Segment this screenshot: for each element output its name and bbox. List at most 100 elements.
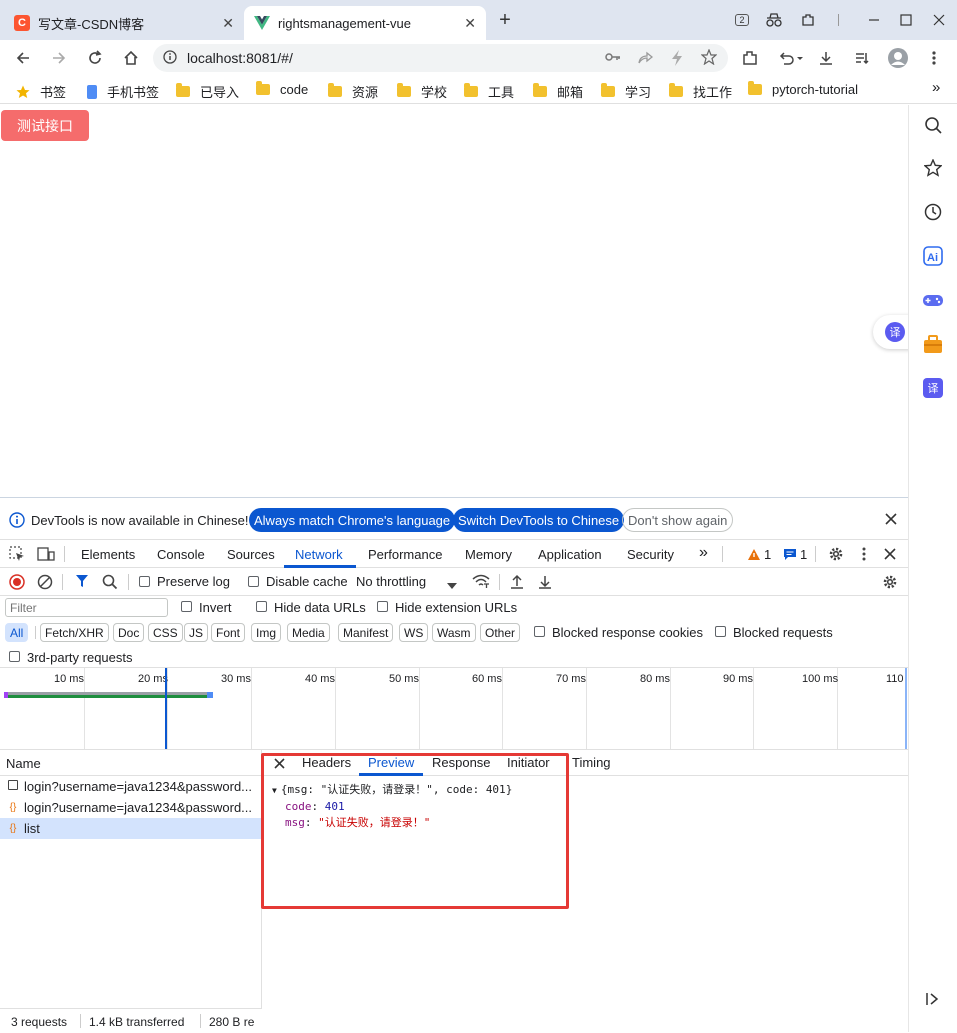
forward-icon[interactable]	[47, 46, 71, 70]
tab-performance[interactable]: Performance	[368, 547, 442, 562]
tab-console[interactable]: Console	[157, 547, 205, 562]
filter-funnel-icon[interactable]	[75, 574, 89, 591]
history-clock-icon[interactable]	[921, 200, 945, 224]
name-column-header[interactable]: Name	[0, 750, 261, 776]
bolt-icon[interactable]	[671, 50, 683, 69]
tab-rightsmanagement[interactable]: rightsmanagement-vue ✕	[244, 6, 486, 40]
warnings-counter[interactable]: 1	[747, 547, 771, 562]
tab-elements[interactable]: Elements	[81, 547, 135, 562]
close-tab-icon[interactable]: ✕	[222, 15, 234, 32]
minimize-icon[interactable]	[864, 10, 884, 30]
search-icon[interactable]	[921, 113, 945, 137]
undo-dropdown-icon[interactable]	[776, 46, 806, 70]
settings-gear-icon[interactable]	[828, 546, 844, 565]
bookmark-item[interactable]: 找工作	[669, 82, 732, 101]
game-controller-icon[interactable]	[921, 288, 945, 312]
messages-counter[interactable]: 1	[783, 547, 807, 562]
bookmark-star-icon[interactable]	[700, 48, 718, 68]
bookmark-item[interactable]: code	[256, 81, 308, 97]
test-api-button[interactable]: 测试接口	[1, 110, 89, 141]
request-row[interactable]: login?username=java1234&password...	[0, 776, 261, 797]
blocked-requests-checkbox[interactable]	[715, 626, 726, 637]
incognito-icon[interactable]	[764, 10, 784, 30]
inspect-element-icon[interactable]	[9, 546, 25, 565]
import-har-upload-icon[interactable]	[510, 574, 524, 593]
hide-data-urls-checkbox[interactable]	[256, 601, 267, 612]
download-icon[interactable]	[814, 46, 838, 70]
close-devtools-icon[interactable]	[884, 548, 896, 563]
home-icon[interactable]	[119, 46, 143, 70]
hide-extension-urls-checkbox[interactable]	[377, 601, 388, 612]
extensions-icon[interactable]	[798, 10, 818, 30]
share-icon[interactable]	[637, 50, 654, 67]
tab-security[interactable]: Security	[627, 547, 674, 562]
site-info-icon[interactable]	[163, 50, 177, 67]
favorites-star-icon[interactable]	[921, 156, 945, 180]
request-row-selected[interactable]: {} list	[0, 818, 261, 839]
type-filter-fetch-xhr[interactable]: Fetch/XHR	[40, 623, 109, 642]
address-bar[interactable]: localhost:8081/#/	[153, 44, 728, 72]
url-text[interactable]: localhost:8081/#/	[187, 50, 293, 66]
tab-memory[interactable]: Memory	[465, 547, 512, 562]
close-tab-icon[interactable]: ✕	[464, 15, 476, 32]
network-settings-gear-icon[interactable]	[882, 574, 898, 593]
bookmark-item[interactable]: pytorch-tutorial	[748, 81, 858, 97]
type-filter-doc[interactable]: Doc	[113, 623, 145, 642]
type-filter-all[interactable]: All	[5, 623, 29, 642]
clear-icon[interactable]	[37, 574, 53, 593]
network-overview-timeline[interactable]: 10 ms 20 ms 30 ms 40 ms 50 ms 60 ms 70 m…	[0, 668, 908, 750]
type-filter-css[interactable]: CSS	[148, 623, 183, 642]
blocked-response-cookies-checkbox[interactable]	[534, 626, 545, 637]
bookmark-item[interactable]: 学习	[601, 82, 651, 101]
third-party-requests-checkbox[interactable]	[9, 651, 20, 662]
switch-to-chinese-button[interactable]: Switch DevTools to Chinese	[453, 508, 625, 532]
type-filter-manifest[interactable]: Manifest	[338, 623, 394, 642]
disable-cache-checkbox[interactable]	[248, 576, 259, 587]
device-toolbar-icon[interactable]	[37, 546, 55, 565]
reading-list-icon[interactable]	[850, 46, 874, 70]
tab-csdn[interactable]: C 写文章-CSDN博客 ✕	[4, 6, 244, 40]
collapse-sidebar-icon[interactable]	[921, 987, 945, 1011]
profile-avatar-icon[interactable]	[886, 46, 910, 70]
type-filter-wasm[interactable]: Wasm	[432, 623, 476, 642]
type-filter-font[interactable]: Font	[211, 623, 246, 642]
search-icon[interactable]	[102, 574, 118, 593]
reload-icon[interactable]	[83, 46, 107, 70]
back-icon[interactable]	[11, 46, 35, 70]
devtools-menu-icon[interactable]	[862, 546, 866, 565]
type-filter-img[interactable]: Img	[251, 623, 282, 642]
type-filter-ws[interactable]: WS	[399, 623, 429, 642]
throttling-select[interactable]: No throttling	[356, 574, 426, 589]
more-tabs-icon[interactable]: »	[699, 544, 708, 562]
translate-icon[interactable]: 译	[921, 376, 945, 400]
filter-input[interactable]	[5, 598, 168, 617]
bookmark-item[interactable]: 手机书签	[87, 82, 159, 101]
bookmark-item[interactable]: 邮箱	[533, 82, 583, 101]
detail-tab-timing[interactable]: Timing	[572, 755, 611, 770]
bookmarks-overflow-icon[interactable]: »	[932, 79, 940, 96]
network-conditions-wifi-icon[interactable]	[472, 574, 490, 592]
chevron-down-icon[interactable]	[447, 578, 457, 593]
timeline-range-handle[interactable]	[905, 668, 907, 749]
invert-checkbox[interactable]	[181, 601, 192, 612]
tab-counter-icon[interactable]: 2	[732, 10, 752, 30]
ai-assistant-icon[interactable]: Ai	[921, 244, 945, 268]
tab-application[interactable]: Application	[538, 547, 602, 562]
preserve-log-checkbox[interactable]	[139, 576, 150, 587]
bookmark-item[interactable]: 资源	[328, 82, 378, 101]
export-har-download-icon[interactable]	[538, 574, 552, 593]
type-filter-other[interactable]: Other	[480, 623, 521, 642]
bookmark-item[interactable]: 书签	[16, 82, 66, 101]
tab-sources[interactable]: Sources	[227, 547, 275, 562]
dont-show-again-button[interactable]: Don't show again	[622, 508, 734, 532]
stop-recording-icon[interactable]	[9, 574, 25, 593]
request-row[interactable]: {} login?username=java1234&password...	[0, 797, 261, 818]
close-infobar-icon[interactable]	[885, 513, 897, 528]
floating-translate-button[interactable]: 译	[873, 315, 913, 349]
type-filter-js[interactable]: JS	[184, 623, 209, 642]
bookmark-item[interactable]: 已导入	[176, 82, 239, 101]
key-icon[interactable]	[605, 51, 621, 66]
close-window-icon[interactable]	[929, 10, 949, 30]
type-filter-media[interactable]: Media	[287, 623, 330, 642]
menu-kebab-icon[interactable]	[922, 46, 946, 70]
